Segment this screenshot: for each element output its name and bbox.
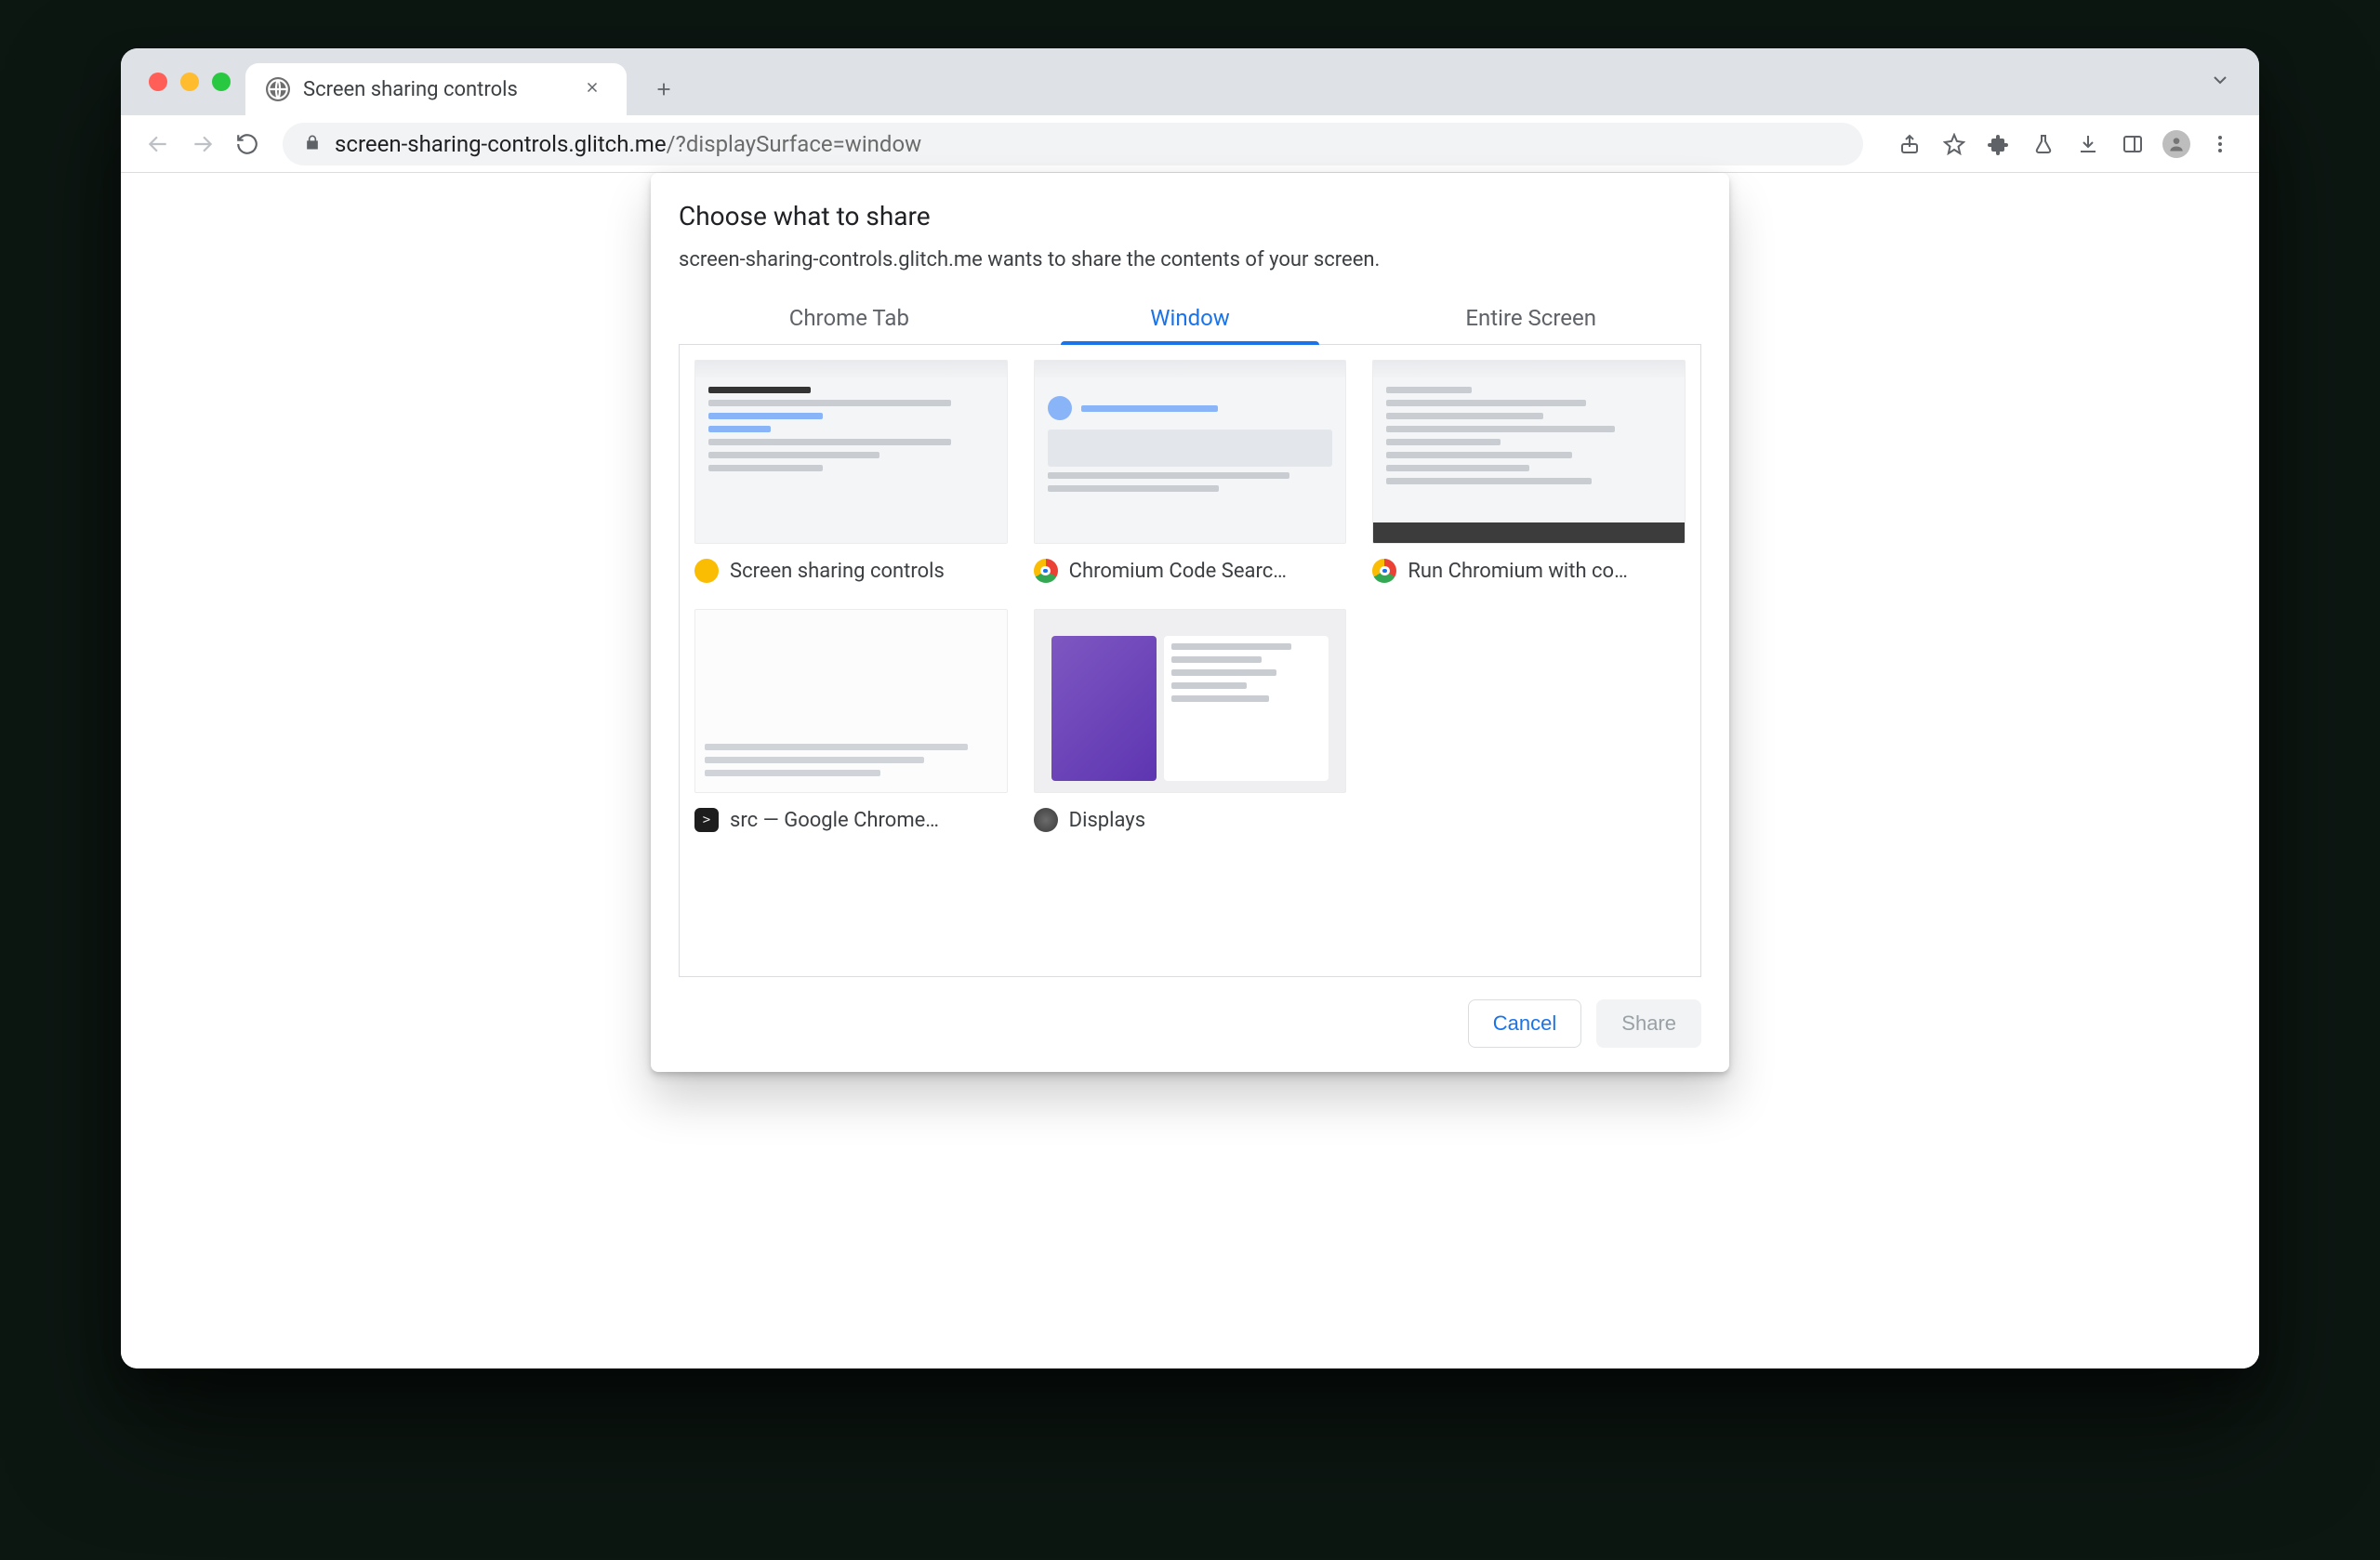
tab-window[interactable]: Window bbox=[1020, 292, 1361, 344]
cancel-button[interactable]: Cancel bbox=[1468, 999, 1581, 1048]
window-thumbnail bbox=[694, 360, 1008, 544]
window-option[interactable]: Run Chromium with co… bbox=[1372, 360, 1686, 583]
window-option[interactable]: Displays bbox=[1034, 609, 1347, 832]
window-controls bbox=[149, 73, 231, 91]
system-settings-icon bbox=[1034, 808, 1058, 832]
window-list-panel: Screen sharing controls bbox=[679, 345, 1701, 977]
window-zoom-button[interactable] bbox=[212, 73, 231, 91]
share-surface-tabs: Chrome Tab Window Entire Screen bbox=[679, 292, 1701, 345]
tab-search-button[interactable] bbox=[2209, 69, 2231, 95]
labs-button[interactable] bbox=[2023, 124, 2064, 165]
url-host: screen-sharing-controls.glitch.me bbox=[335, 131, 667, 157]
chrome-canary-icon bbox=[694, 559, 719, 583]
chrome-icon bbox=[1372, 559, 1396, 583]
tab-entire-screen[interactable]: Entire Screen bbox=[1360, 292, 1701, 344]
window-option[interactable]: src — Google Chrome… bbox=[694, 609, 1008, 832]
window-option-label: Screen sharing controls bbox=[730, 560, 945, 583]
downloads-button[interactable] bbox=[2068, 124, 2109, 165]
url-text: screen-sharing-controls.glitch.me/?displ… bbox=[335, 131, 921, 157]
window-grid: Screen sharing controls bbox=[694, 360, 1686, 832]
tab-strip: Screen sharing controls bbox=[121, 48, 2259, 115]
window-option[interactable]: Screen sharing controls bbox=[694, 360, 1008, 583]
tab-title: Screen sharing controls bbox=[303, 78, 565, 101]
window-thumbnail bbox=[1372, 360, 1686, 544]
tab-close-button[interactable] bbox=[578, 74, 606, 104]
screen-share-dialog: Choose what to share screen-sharing-cont… bbox=[651, 173, 1729, 1072]
window-option[interactable]: Chromium Code Searc… bbox=[1034, 360, 1347, 583]
browser-tab-active[interactable]: Screen sharing controls bbox=[245, 63, 627, 115]
window-thumbnail bbox=[1034, 609, 1347, 793]
window-option-label: Chromium Code Searc… bbox=[1069, 560, 1287, 583]
chrome-icon bbox=[1034, 559, 1058, 583]
tabs: Screen sharing controls bbox=[245, 48, 684, 115]
page-content: Choose what to share screen-sharing-cont… bbox=[121, 173, 2259, 1368]
dialog-subtitle: screen-sharing-controls.glitch.me wants … bbox=[679, 248, 1701, 271]
menu-button[interactable] bbox=[2200, 124, 2241, 165]
share-page-button[interactable] bbox=[1889, 124, 1930, 165]
toolbar-actions bbox=[1889, 124, 2241, 165]
window-thumbnail bbox=[1034, 360, 1347, 544]
address-bar[interactable]: screen-sharing-controls.glitch.me/?displ… bbox=[283, 123, 1863, 165]
side-panel-button[interactable] bbox=[2112, 124, 2153, 165]
url-path: /?displaySurface=window bbox=[667, 131, 922, 157]
new-tab-button[interactable] bbox=[643, 69, 684, 110]
window-thumbnail bbox=[694, 609, 1008, 793]
forward-button[interactable] bbox=[184, 126, 221, 163]
extensions-button[interactable] bbox=[1978, 124, 2019, 165]
reload-button[interactable] bbox=[229, 126, 266, 163]
window-option-label: Run Chromium with co… bbox=[1408, 560, 1627, 583]
window-option-label: Displays bbox=[1069, 809, 1145, 832]
share-button[interactable]: Share bbox=[1596, 999, 1701, 1048]
back-button[interactable] bbox=[139, 126, 177, 163]
browser-window: Screen sharing controls bbox=[121, 48, 2259, 1368]
globe-icon bbox=[266, 77, 290, 101]
window-option-label: src — Google Chrome… bbox=[730, 809, 939, 832]
window-close-button[interactable] bbox=[149, 73, 167, 91]
browser-toolbar: screen-sharing-controls.glitch.me/?displ… bbox=[121, 115, 2259, 173]
lock-icon bbox=[303, 133, 322, 155]
profile-button[interactable] bbox=[2162, 130, 2190, 158]
dialog-actions: Cancel Share bbox=[679, 999, 1701, 1048]
window-minimize-button[interactable] bbox=[180, 73, 199, 91]
terminal-icon bbox=[694, 808, 719, 832]
dialog-title: Choose what to share bbox=[679, 201, 1701, 231]
bookmark-button[interactable] bbox=[1934, 124, 1975, 165]
tab-chrome-tab[interactable]: Chrome Tab bbox=[679, 292, 1020, 344]
